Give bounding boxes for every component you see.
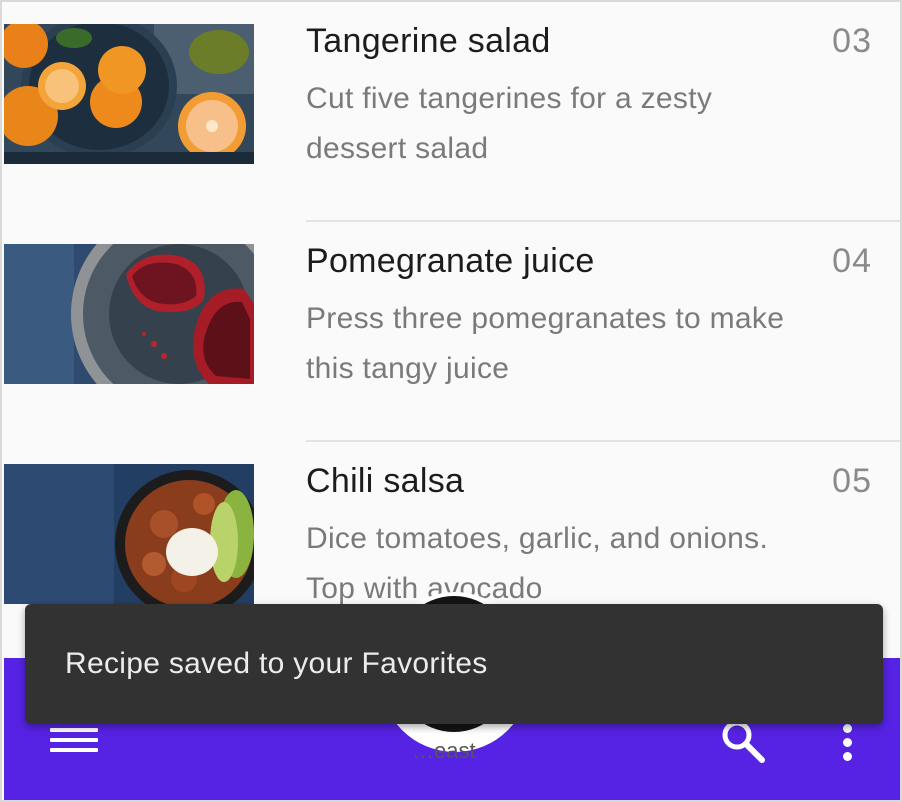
recipe-description: Cut five tangerines for a zesty dessert … xyxy=(306,82,713,165)
recipe-title: Chili salsa xyxy=(306,462,465,500)
recipe-title: Tangerine salad xyxy=(306,22,551,60)
snackbar: Recipe saved to your Favorites xyxy=(25,604,883,724)
recipe-description: Press three pomegranates to make this ta… xyxy=(306,302,785,385)
more-vert-icon[interactable] xyxy=(836,722,860,762)
list-item[interactable]: Tangerine salad 03 Cut five tangerines f… xyxy=(2,2,900,222)
menu-icon[interactable] xyxy=(50,728,98,752)
recipe-number: 03 xyxy=(832,22,872,60)
fab-label: …east xyxy=(412,738,476,763)
recipe-thumbnail-pomegranate xyxy=(4,244,254,384)
recipe-number: 04 xyxy=(832,242,872,280)
recipe-list: Tangerine salad 03 Cut five tangerines f… xyxy=(2,2,900,662)
snackbar-message: Recipe saved to your Favorites xyxy=(65,647,488,680)
list-item[interactable]: Pomegranate juice 04 Press three pomegra… xyxy=(2,222,900,442)
recipe-number: 05 xyxy=(832,462,872,500)
recipe-description: Dice tomatoes, garlic, and onions. Top w… xyxy=(306,522,769,605)
recipe-thumbnail-chili-salsa xyxy=(4,464,254,604)
app-screen: Tangerine salad 03 Cut five tangerines f… xyxy=(0,0,902,802)
recipe-thumbnail-tangerine xyxy=(4,24,254,164)
recipe-title: Pomegranate juice xyxy=(306,242,595,280)
